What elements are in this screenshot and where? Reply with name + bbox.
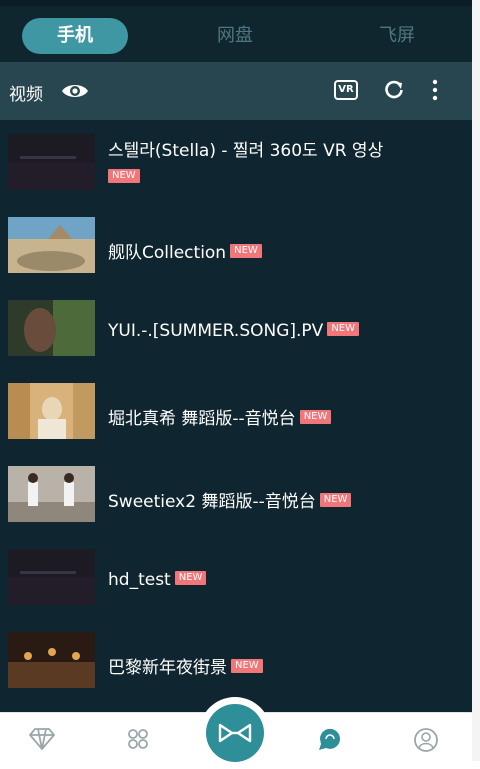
status-bar [0,0,472,6]
video-title: 舰队Collection [108,243,227,263]
video-title: 堀北真希 舞蹈版--音悦台 [108,409,296,429]
more-icon[interactable] [430,78,440,102]
video-list: 스텔라(Stella) - 찔려 360도 VR 영상 NEW 舰队Collec… [0,120,472,710]
new-badge: NEW [174,571,207,585]
new-badge: NEW [319,493,352,507]
new-badge: NEW [327,322,360,336]
video-thumbnail [8,466,95,522]
vr-glasses-icon [218,723,252,743]
tab-phone[interactable]: 手机 [22,18,128,54]
video-title: hd_test [108,570,171,590]
list-item[interactable]: 스텔라(Stella) - 찔려 360도 VR 영상 NEW [0,120,472,203]
list-item[interactable]: hd_test NEW [0,535,472,618]
video-title: YUI.-.[SUMMER.SONG].PV [108,321,324,341]
vr-center-button[interactable] [199,697,271,769]
video-thumbnail [8,217,95,273]
toolbar: 视频 VR [0,62,472,120]
new-badge: NEW [108,169,140,183]
user-icon[interactable] [413,727,439,753]
new-badge: NEW [230,244,262,258]
video-thumbnail [8,549,95,605]
new-badge: NEW [231,659,263,673]
video-thumbnail [8,632,95,688]
list-item[interactable]: YUI.-.[SUMMER.SONG].PV NEW [0,286,472,369]
diamond-icon[interactable] [28,727,56,751]
app-screen: 手机 网盘 飞屏 视频 VR 스텔라(Stella) - 찔려 360도 VR … [0,0,472,769]
video-thumbnail [8,134,95,190]
video-title: 스텔라(Stella) - 찔려 360도 VR 영상 [108,141,384,161]
list-item[interactable]: Sweetiex2 舞蹈版--音悦台 NEW [0,452,472,535]
video-thumbnail [8,300,95,356]
refresh-icon[interactable] [383,79,405,101]
new-badge: NEW [299,410,332,424]
vr-icon[interactable]: VR [334,80,358,100]
list-item[interactable]: 堀北真希 舞蹈版--音悦台 NEW [0,369,472,452]
video-title: 巴黎新年夜街景 [108,658,227,678]
list-item[interactable]: 舰队Collection NEW [0,203,472,286]
video-thumbnail [8,383,95,439]
video-title: Sweetiex2 舞蹈版--音悦台 [108,492,316,512]
apps-icon[interactable] [125,727,151,751]
list-item[interactable]: 巴黎新年夜街景 NEW [0,618,472,701]
tab-fly-screen[interactable]: 飞屏 [344,18,450,54]
eye-icon[interactable] [60,80,90,102]
chat-icon[interactable] [316,727,344,751]
tab-cloud-drive[interactable]: 网盘 [182,18,288,54]
top-tab-bar: 手机 网盘 飞屏 [0,0,472,62]
category-label: 视频 [9,85,43,105]
screen-edge [472,0,480,761]
